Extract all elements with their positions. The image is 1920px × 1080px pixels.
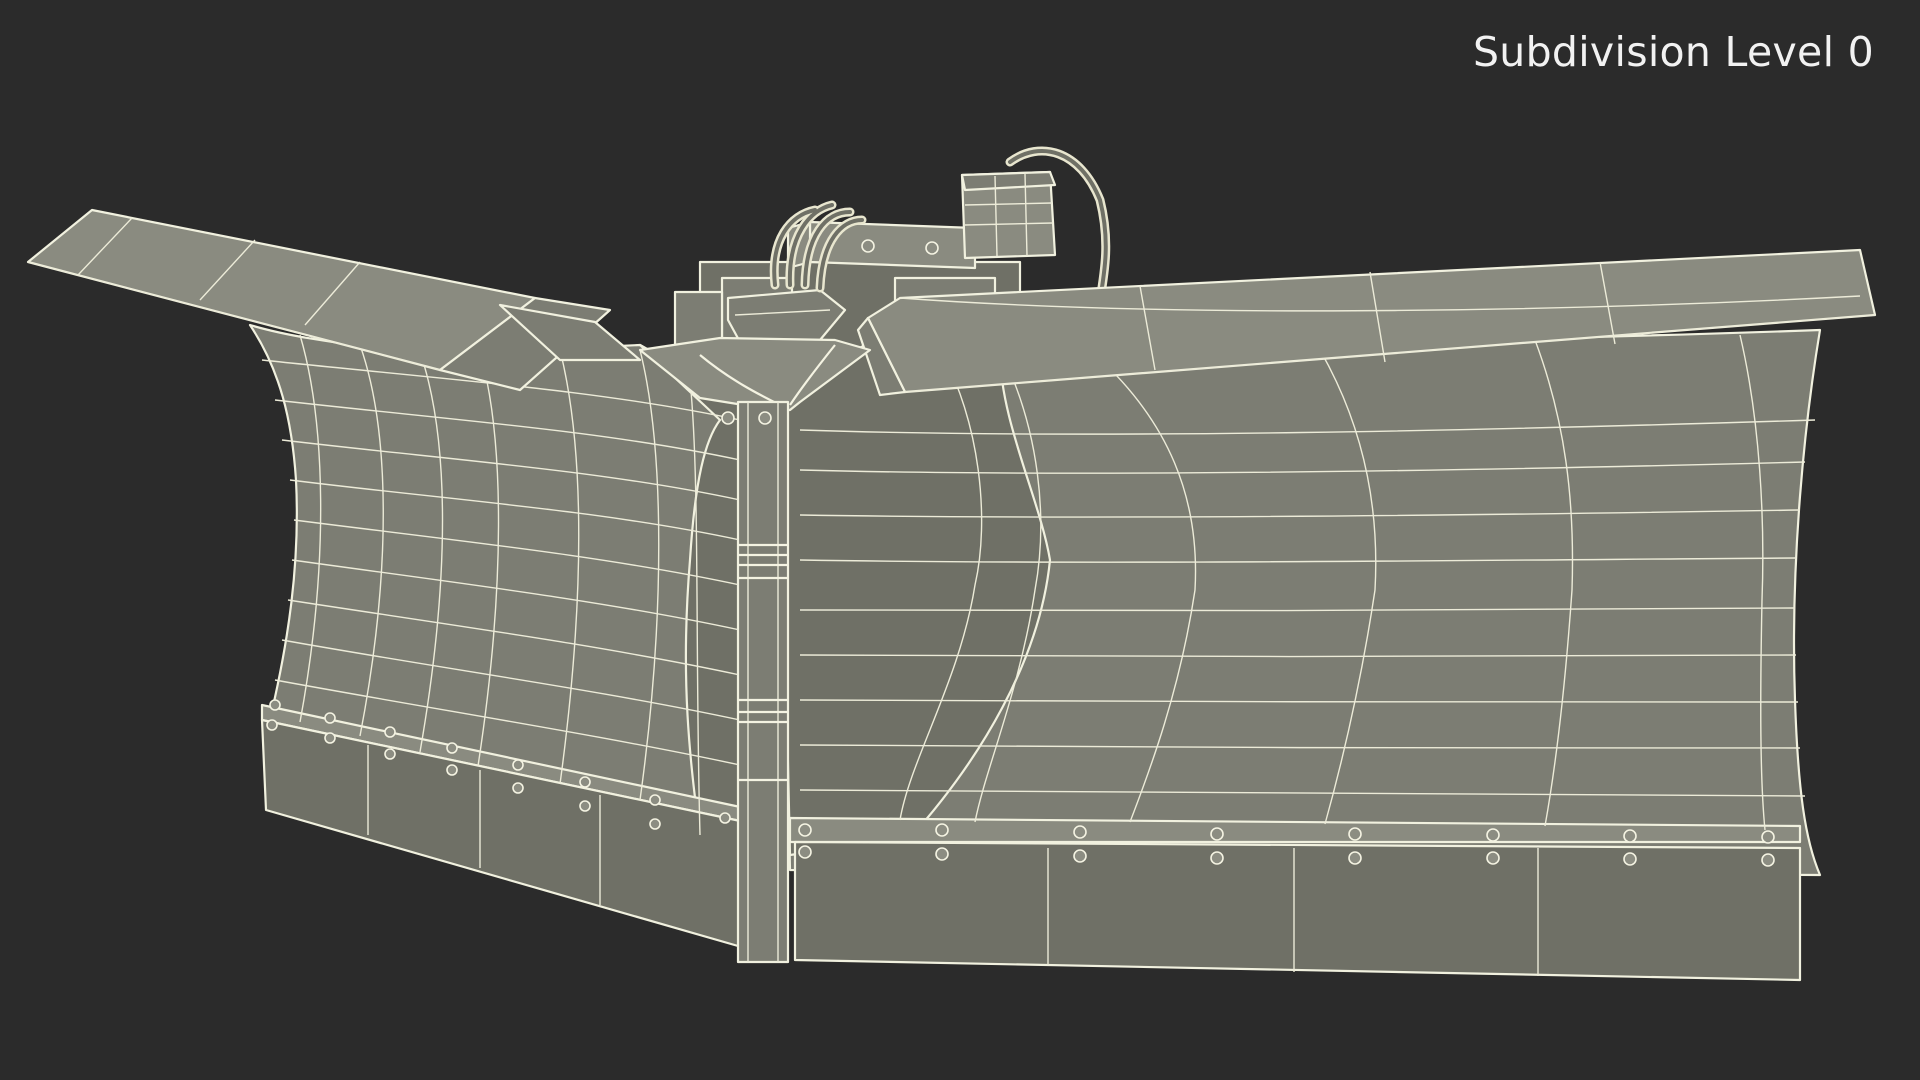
snow-plow-wireframe-model xyxy=(26,146,1877,982)
motor-box xyxy=(960,170,1057,260)
subdivision-level-label: Subdivision Level 0 xyxy=(1472,28,1874,76)
3d-viewport: Subdivision Level 0 xyxy=(0,0,1920,1080)
right-blade xyxy=(778,328,1822,982)
left-blade xyxy=(248,323,747,950)
